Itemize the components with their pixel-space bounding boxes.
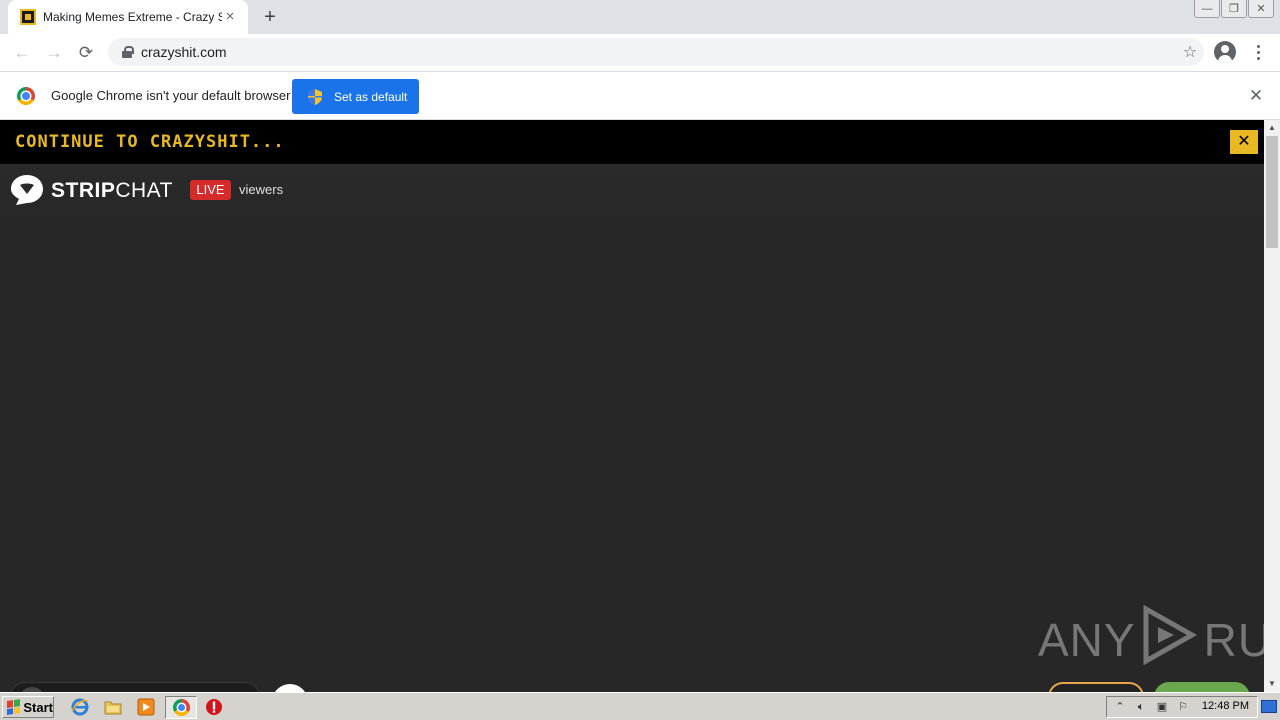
windows-flag-icon [7, 699, 21, 715]
new-tab-button[interactable]: + [258, 6, 282, 28]
action-center-flag-icon[interactable]: ⚐ [1175, 700, 1191, 714]
shield-icon [308, 88, 322, 105]
player-action-button-outline[interactable] [1048, 682, 1144, 692]
system-tray: ⌃ 🔈︎ ▣ ⚐ 12:48 PM [1106, 696, 1258, 718]
tab-title: Making Memes Extreme - Crazy Shit [43, 10, 222, 24]
set-as-default-button[interactable]: Set as default [292, 79, 419, 114]
minimize-button[interactable]: — [1194, 0, 1220, 18]
chrome-taskbar-button[interactable] [165, 696, 197, 719]
infobar-close-icon[interactable]: ✕ [1247, 87, 1265, 105]
player-header: STRIPCHAT LIVE viewers [0, 164, 1264, 222]
anyrun-watermark: ANY RUN [1038, 604, 1264, 672]
tray-expand-icon[interactable]: ⌃ [1112, 700, 1128, 714]
antivirus-stop-icon[interactable] [204, 697, 224, 717]
scroll-down-arrow-icon[interactable]: ▼ [1264, 677, 1280, 691]
promo-text[interactable]: CONTINUE TO CRAZYSHIT... [15, 132, 285, 152]
start-button[interactable]: Start [2, 696, 54, 718]
back-arrow-icon[interactable]: ← [6, 37, 38, 69]
window-close-button[interactable]: ✕ [1248, 0, 1274, 18]
taskbar-clock[interactable]: 12:48 PM [1202, 700, 1249, 712]
tab-close-icon[interactable]: × [222, 9, 238, 25]
browser-toolbar: ← → ⟳ crazyshit.com ☆ [0, 34, 1280, 71]
brand-bold-part: STRIP [51, 179, 116, 202]
infobar-message: Google Chrome isn't your default browser [51, 88, 291, 103]
tab-strip: Making Memes Extreme - Crazy Shit × + — … [0, 0, 1280, 34]
menu-dots-icon[interactable] [1250, 40, 1266, 64]
page-content: CONTINUE TO CRAZYSHIT... ✕ STRIPCHAT LIV… [0, 120, 1264, 692]
scroll-thumb[interactable] [1266, 136, 1278, 248]
show-desktop-icon[interactable] [1261, 700, 1277, 713]
promo-close-button[interactable]: ✕ [1230, 130, 1258, 154]
watermark-right: RUN [1203, 614, 1264, 666]
stripchat-logo-icon [10, 174, 44, 206]
live-badge: LIVE [190, 180, 231, 200]
site-favicon-icon [20, 9, 36, 25]
profile-icon[interactable] [1214, 41, 1236, 63]
url-text[interactable]: crazyshit.com [141, 44, 1176, 60]
network-icon[interactable]: ▣ [1154, 700, 1170, 714]
chrome-logo-icon [17, 86, 35, 105]
browser-tab[interactable]: Making Memes Extreme - Crazy Shit × [8, 0, 248, 34]
page-scrollbar[interactable]: ▲ ▼ [1264, 120, 1280, 692]
star-icon[interactable]: ☆ [1176, 42, 1204, 62]
brand-regular-part: CHAT [115, 179, 173, 202]
window-controls: — ❐ ✕ [1193, 0, 1274, 18]
media-player-icon[interactable] [136, 697, 156, 717]
address-bar[interactable]: crazyshit.com ☆ [108, 38, 1204, 66]
viewers-label: viewers [239, 182, 284, 197]
internet-explorer-icon[interactable] [70, 697, 90, 717]
default-browser-infobar: Google Chrome isn't your default browser… [0, 71, 1280, 120]
player-control-pill[interactable] [10, 682, 260, 692]
forward-arrow-icon[interactable]: → [38, 37, 70, 69]
player-round-button[interactable] [272, 684, 308, 692]
chrome-logo-icon [173, 699, 190, 716]
stripchat-brand: STRIPCHAT [51, 179, 173, 203]
restore-button[interactable]: ❐ [1221, 0, 1247, 18]
start-label: Start [23, 699, 53, 715]
reload-icon[interactable]: ⟳ [70, 37, 102, 69]
file-explorer-icon[interactable] [103, 697, 123, 717]
set-as-default-label: Set as default [334, 89, 408, 104]
volume-icon[interactable]: 🔈︎ [1133, 700, 1149, 714]
windows-taskbar: Start ⌃ 🔈︎ ▣ ⚐ 12:48 PM [0, 692, 1280, 720]
scroll-up-arrow-icon[interactable]: ▲ [1264, 121, 1280, 135]
lock-icon[interactable] [122, 46, 134, 58]
play-icon [1142, 604, 1198, 676]
promo-bar[interactable]: CONTINUE TO CRAZYSHIT... ✕ [0, 120, 1264, 164]
player-action-button-green[interactable] [1154, 682, 1250, 692]
watermark-left: ANY [1038, 614, 1136, 666]
